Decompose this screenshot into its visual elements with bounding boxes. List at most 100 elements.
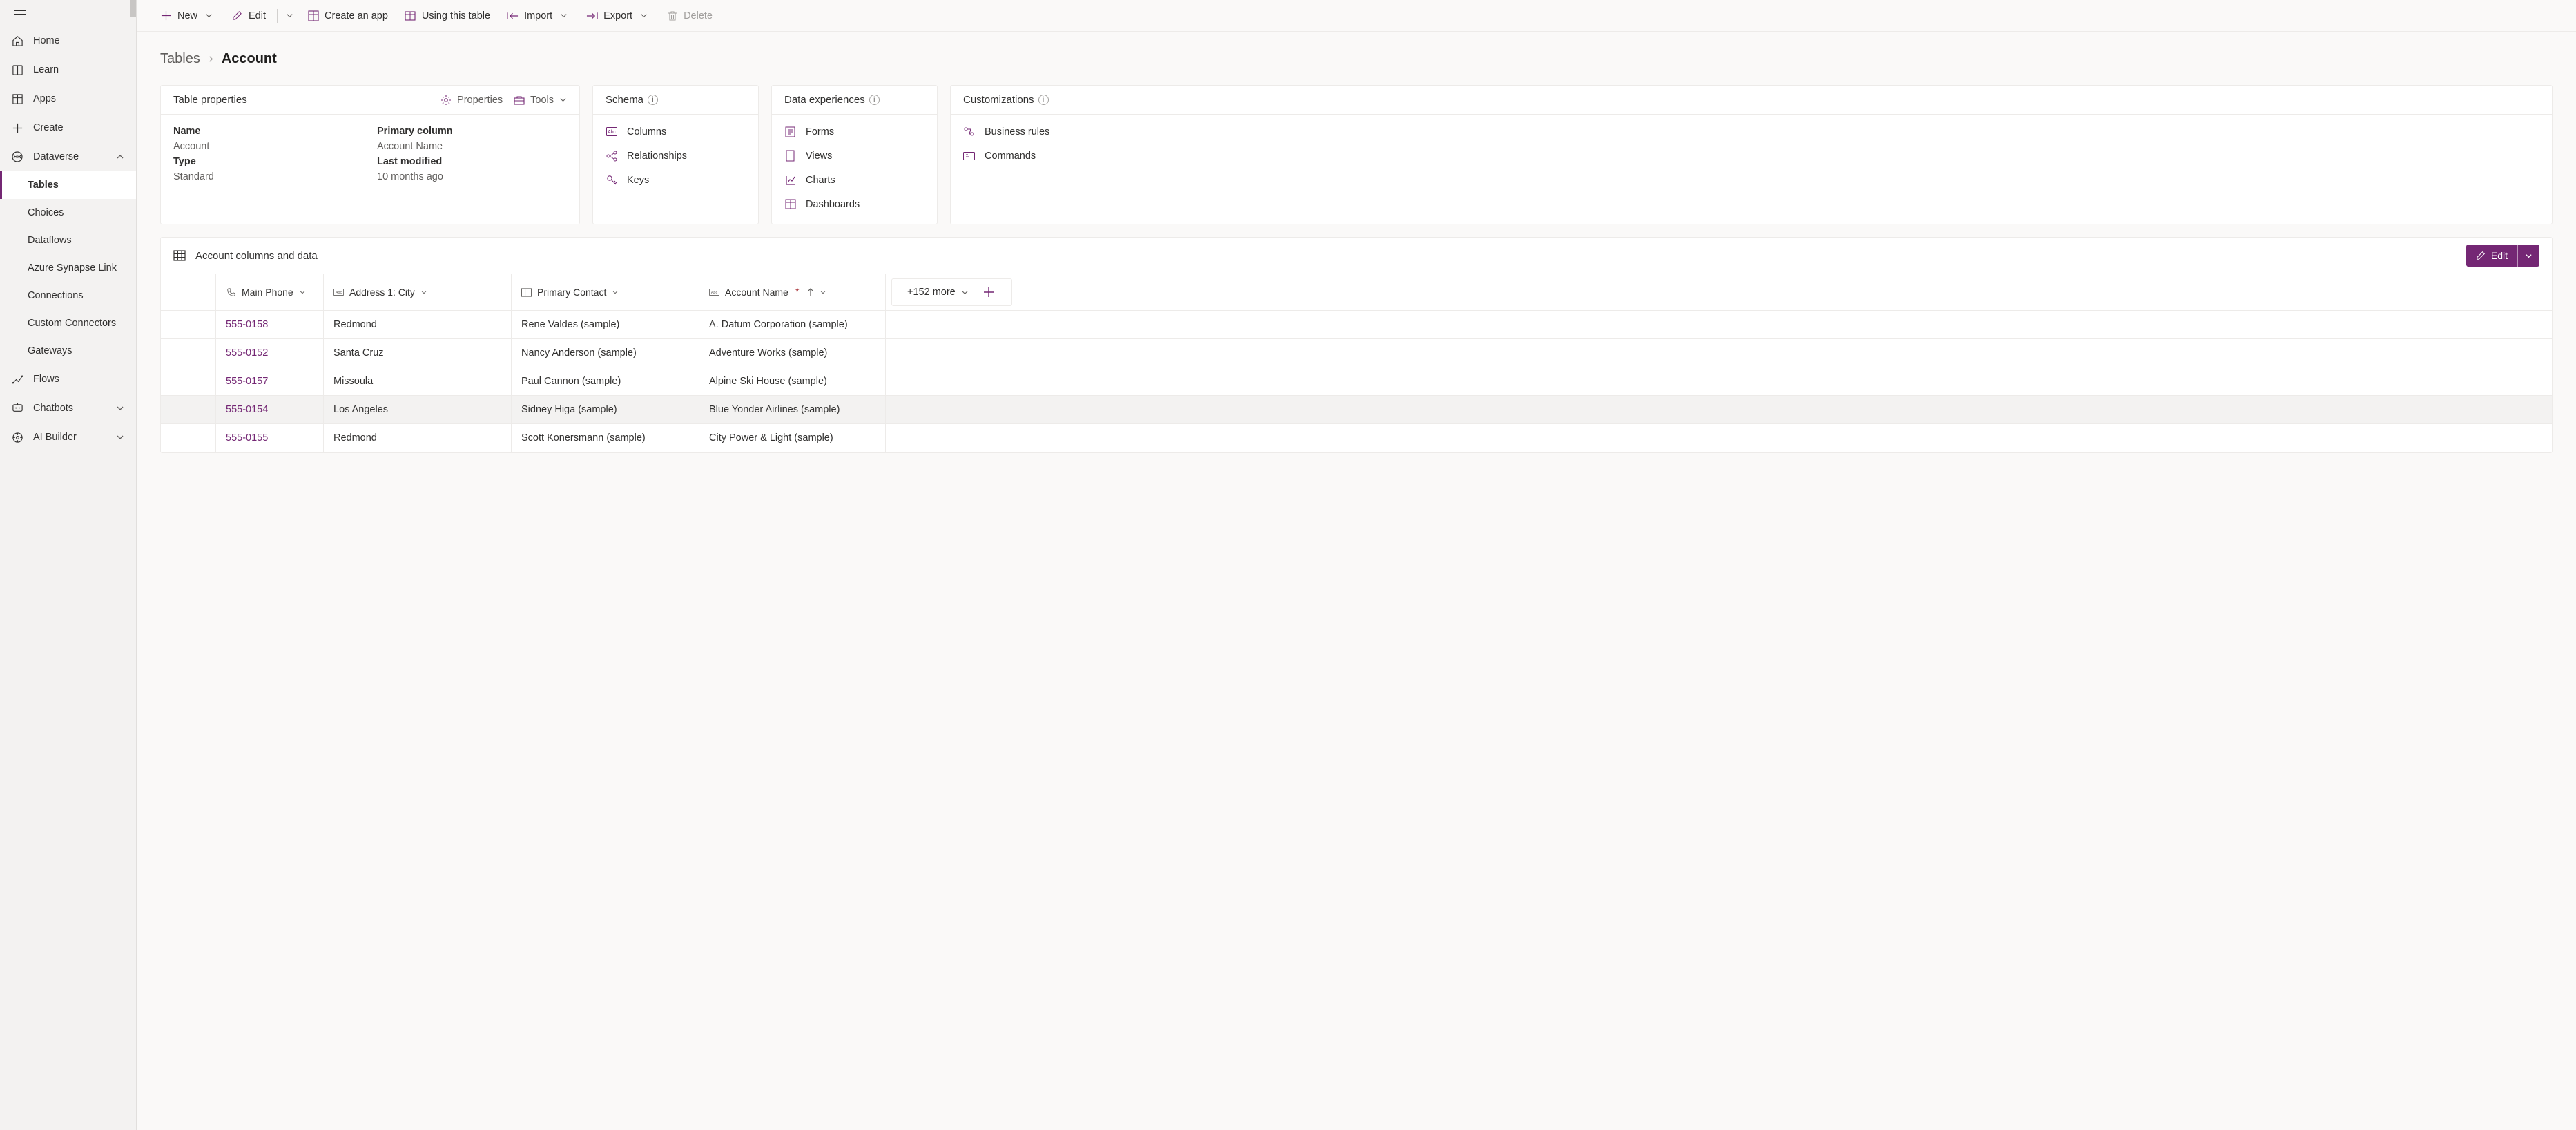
- edit-split-chevron[interactable]: [282, 8, 298, 23]
- cell-name[interactable]: Blue Yonder Airlines (sample): [699, 396, 886, 423]
- new-label: New: [177, 10, 197, 21]
- edit-data-main[interactable]: Edit: [2466, 245, 2517, 267]
- table-row[interactable]: 555-0158 RedmondRene Valdes (sample)A. Da…: [161, 311, 2552, 339]
- add-column-button[interactable]: [981, 285, 996, 300]
- link-forms[interactable]: Forms: [784, 126, 924, 137]
- link-keys[interactable]: Keys: [606, 174, 746, 186]
- info-icon[interactable]: i: [648, 95, 658, 105]
- breadcrumb-root[interactable]: Tables: [160, 51, 200, 67]
- link-business-rules[interactable]: Business rules: [963, 126, 2539, 137]
- chevron-down-icon[interactable]: [115, 403, 125, 413]
- sidebar-item-apps[interactable]: Apps: [0, 84, 136, 113]
- phone-link[interactable]: 555-0155: [226, 432, 268, 443]
- commands-icon: [963, 150, 975, 162]
- breadcrumb: Tables Account: [160, 51, 2553, 67]
- cell-city[interactable]: Los Angeles: [324, 396, 512, 423]
- cell-phone[interactable]: 555-0157: [216, 367, 324, 395]
- sidebar-item-create[interactable]: Create: [0, 113, 136, 142]
- cell-phone[interactable]: 555-0154: [216, 396, 324, 423]
- cell-name[interactable]: Adventure Works (sample): [699, 339, 886, 367]
- tools-button[interactable]: Tools: [514, 95, 567, 106]
- import-button[interactable]: Import: [500, 6, 577, 26]
- link-views[interactable]: Views: [784, 150, 924, 162]
- cell-phone[interactable]: 555-0155: [216, 424, 324, 452]
- chevron-down-icon[interactable]: [420, 289, 427, 296]
- cell-city[interactable]: Santa Cruz: [324, 339, 512, 367]
- row-handle[interactable]: [161, 367, 216, 395]
- edit-button[interactable]: Edit: [224, 6, 273, 26]
- sidebar-item-tables[interactable]: Tables: [0, 171, 136, 199]
- sidebar-item-dataverse[interactable]: Dataverse: [0, 142, 136, 171]
- create-app-label: Create an app: [325, 10, 388, 21]
- table-row[interactable]: 555-0155 RedmondScott Konersmann (sample)…: [161, 424, 2552, 452]
- edit-data-button[interactable]: Edit: [2466, 245, 2539, 267]
- edit-data-split[interactable]: [2517, 245, 2539, 267]
- table-row[interactable]: 555-0157 MissoulaPaul Cannon (sample)Alpi…: [161, 367, 2552, 396]
- prop-modified-label: Last modified: [377, 156, 567, 167]
- cell-phone[interactable]: 555-0152: [216, 339, 324, 367]
- row-handle[interactable]: [161, 339, 216, 367]
- table-row[interactable]: 555-0152 Santa CruzNancy Anderson (sample…: [161, 339, 2552, 367]
- properties-button[interactable]: Properties: [440, 95, 503, 106]
- chevron-up-icon[interactable]: [115, 152, 125, 162]
- cell-contact[interactable]: Sidney Higa (sample): [512, 396, 699, 423]
- sidebar-item-custom-connectors[interactable]: Custom Connectors: [0, 309, 136, 337]
- cell-city[interactable]: Missoula: [324, 367, 512, 395]
- sidebar-item-flows[interactable]: Flows: [0, 365, 136, 394]
- row-handle[interactable]: [161, 424, 216, 452]
- phone-link[interactable]: 555-0152: [226, 347, 268, 358]
- link-relationships[interactable]: Relationships: [606, 150, 746, 162]
- hamburger-menu-button[interactable]: [14, 10, 26, 19]
- toolbox-icon: [514, 95, 525, 105]
- table-row[interactable]: 555-0154 Los AngelesSidney Higa (sample)B…: [161, 396, 2552, 424]
- chevron-down-icon[interactable]: [299, 289, 306, 296]
- cell-name[interactable]: City Power & Light (sample): [699, 424, 886, 452]
- cell-city[interactable]: Redmond: [324, 311, 512, 338]
- phone-link[interactable]: 555-0154: [226, 404, 268, 415]
- link-commands[interactable]: Commands: [963, 150, 2539, 162]
- column-header-name[interactable]: AbcAccount Name*: [699, 274, 886, 310]
- column-header-city[interactable]: AbcAddress 1: City: [324, 274, 512, 310]
- link-charts[interactable]: Charts: [784, 174, 924, 186]
- chevron-down-icon: [559, 96, 567, 104]
- more-columns-button[interactable]: +152 more: [907, 287, 969, 298]
- cell-name[interactable]: A. Datum Corporation (sample): [699, 311, 886, 338]
- chevron-down-icon[interactable]: [115, 432, 125, 442]
- sidebar-item-ai-builder[interactable]: AI Builder: [0, 423, 136, 452]
- using-table-button[interactable]: Using this table: [398, 6, 497, 26]
- sidebar-item-connections[interactable]: Connections: [0, 282, 136, 309]
- cell-contact[interactable]: Rene Valdes (sample): [512, 311, 699, 338]
- chevron-down-icon[interactable]: [612, 289, 619, 296]
- sidebar-item-dataflows[interactable]: Dataflows: [0, 227, 136, 254]
- sidebar-item-label: Learn: [33, 64, 59, 75]
- row-handle[interactable]: [161, 311, 216, 338]
- info-icon[interactable]: i: [1038, 95, 1049, 105]
- link-dashboards[interactable]: Dashboards: [784, 198, 924, 210]
- cell-name[interactable]: Alpine Ski House (sample): [699, 367, 886, 395]
- sidebar-item-learn[interactable]: Learn: [0, 55, 136, 84]
- cell-city[interactable]: Redmond: [324, 424, 512, 452]
- sidebar-item-label: Apps: [33, 93, 56, 104]
- column-header-phone[interactable]: Main Phone: [216, 274, 324, 310]
- sidebar-scrollbar-thumb[interactable]: [130, 0, 136, 17]
- cell-contact[interactable]: Scott Konersmann (sample): [512, 424, 699, 452]
- cell-phone[interactable]: 555-0158: [216, 311, 324, 338]
- link-columns[interactable]: AbcColumns: [606, 126, 746, 137]
- create-app-button[interactable]: Create an app: [300, 6, 395, 26]
- sidebar-item-gateways[interactable]: Gateways: [0, 337, 136, 365]
- cell-contact[interactable]: Paul Cannon (sample): [512, 367, 699, 395]
- sidebar-item-choices[interactable]: Choices: [0, 199, 136, 227]
- row-handle[interactable]: [161, 396, 216, 423]
- chevron-down-icon[interactable]: [820, 289, 826, 296]
- sidebar-item-chatbots[interactable]: Chatbots: [0, 394, 136, 423]
- export-button[interactable]: Export: [579, 6, 657, 26]
- new-button[interactable]: New: [153, 6, 222, 26]
- column-header-contact[interactable]: Primary Contact: [512, 274, 699, 310]
- sidebar-item-home[interactable]: Home: [0, 26, 136, 55]
- sidebar-item-azure-synapse-link[interactable]: Azure Synapse Link: [0, 254, 136, 282]
- info-icon[interactable]: i: [869, 95, 880, 105]
- phone-link[interactable]: 555-0158: [226, 319, 268, 330]
- cell-contact[interactable]: Nancy Anderson (sample): [512, 339, 699, 367]
- phone-link[interactable]: 555-0157: [226, 376, 268, 387]
- column-label: Main Phone: [242, 287, 293, 298]
